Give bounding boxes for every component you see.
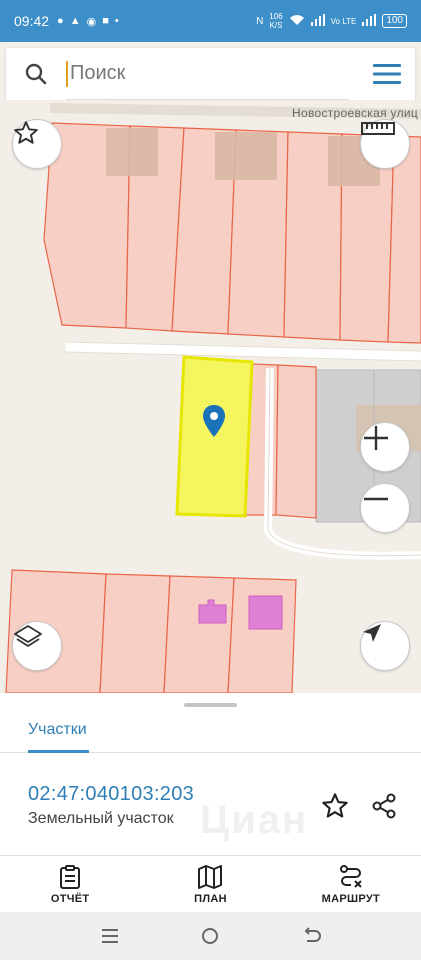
layers-button[interactable] bbox=[12, 621, 62, 671]
signal-icon-1 bbox=[310, 13, 325, 29]
dot-icon: • bbox=[114, 15, 119, 27]
net-speed-value: 106 bbox=[269, 12, 283, 21]
app-icon: ■ bbox=[102, 15, 109, 27]
nfc-icon: N bbox=[256, 15, 264, 27]
tab-bar: Участки bbox=[0, 707, 421, 753]
net-speed-unit: K/S bbox=[269, 21, 283, 30]
status-time: 09:42 bbox=[14, 13, 50, 29]
hamburger-menu-icon[interactable] bbox=[359, 48, 415, 100]
system-nav-bar bbox=[0, 912, 421, 960]
map-canvas bbox=[5, 103, 421, 693]
tab-parcels[interactable]: Участки bbox=[28, 715, 89, 753]
watermark: Циан bbox=[200, 798, 309, 842]
route-label: МАРШРУТ bbox=[321, 892, 380, 905]
volte-label: Vo LTE bbox=[330, 16, 357, 26]
star-outline-icon bbox=[322, 793, 348, 818]
back-button[interactable] bbox=[291, 916, 331, 956]
wifi-icon bbox=[289, 14, 305, 29]
share-button[interactable] bbox=[367, 789, 401, 823]
report-label: ОТЧЁТ bbox=[50, 892, 90, 905]
minus-icon bbox=[364, 497, 388, 501]
location-pin-icon[interactable] bbox=[203, 405, 225, 437]
home-circle-icon bbox=[202, 928, 219, 944]
recent-apps-button[interactable] bbox=[90, 916, 130, 956]
my-location-button[interactable] bbox=[360, 621, 410, 671]
map-plan-icon bbox=[198, 864, 223, 889]
zoom-out-button[interactable] bbox=[360, 483, 410, 533]
back-arrow-icon bbox=[304, 927, 321, 942]
parcel-type-label: Земельный участок bbox=[28, 810, 174, 827]
share-icon bbox=[372, 793, 396, 819]
favorite-button[interactable] bbox=[318, 789, 352, 823]
notification-icons: ● ▲ ◉ ■ • bbox=[57, 15, 119, 28]
search-bar bbox=[6, 48, 415, 100]
text-cursor bbox=[66, 60, 68, 87]
ruler-icon bbox=[361, 122, 395, 135]
zoom-in-button[interactable] bbox=[360, 422, 410, 472]
chrome-icon: ◉ bbox=[86, 15, 97, 28]
search-field bbox=[66, 48, 349, 100]
battery-indicator: 100 bbox=[382, 14, 407, 28]
map-view[interactable]: Новостроевская улиц bbox=[0, 100, 421, 693]
route-action[interactable]: МАРШРУТ bbox=[281, 856, 421, 912]
status-bar: 09:42 ● ▲ ◉ ■ • N 106 K/S Vo LTE 100 bbox=[0, 0, 421, 42]
search-input[interactable] bbox=[70, 62, 330, 85]
route-icon bbox=[339, 864, 362, 888]
street-label: Новостроевская улиц bbox=[292, 106, 419, 120]
report-icon bbox=[60, 864, 81, 889]
layers-icon bbox=[14, 625, 42, 647]
star-outline-icon bbox=[14, 121, 38, 144]
net-speed: 106 K/S bbox=[269, 12, 282, 30]
favorites-star-button[interactable] bbox=[12, 119, 62, 169]
signal-icon-2 bbox=[362, 13, 377, 29]
parcel-cadastral-number[interactable]: 02:47:040103:203 bbox=[28, 783, 194, 806]
system-icons: N 106 K/S Vo LTE 100 bbox=[256, 12, 407, 30]
flask-icon: ▲ bbox=[69, 15, 81, 27]
plus-icon bbox=[364, 426, 388, 450]
menu-lines-icon bbox=[102, 929, 119, 943]
ruler-button[interactable] bbox=[360, 119, 410, 169]
action-bar: ОТЧЁТ ПЛАН МАРШРУТ bbox=[0, 856, 421, 912]
bottom-sheet: Участки Циан 02:47:040103:203 Земельный … bbox=[0, 693, 421, 912]
message-icon: ● bbox=[57, 15, 64, 27]
home-button[interactable] bbox=[190, 916, 230, 956]
plan-action[interactable]: ПЛАН bbox=[140, 856, 280, 912]
navigation-arrow-icon bbox=[363, 624, 381, 642]
report-action[interactable]: ОТЧЁТ bbox=[0, 856, 140, 912]
plan-label: ПЛАН bbox=[194, 892, 227, 905]
search-icon[interactable] bbox=[6, 48, 66, 100]
